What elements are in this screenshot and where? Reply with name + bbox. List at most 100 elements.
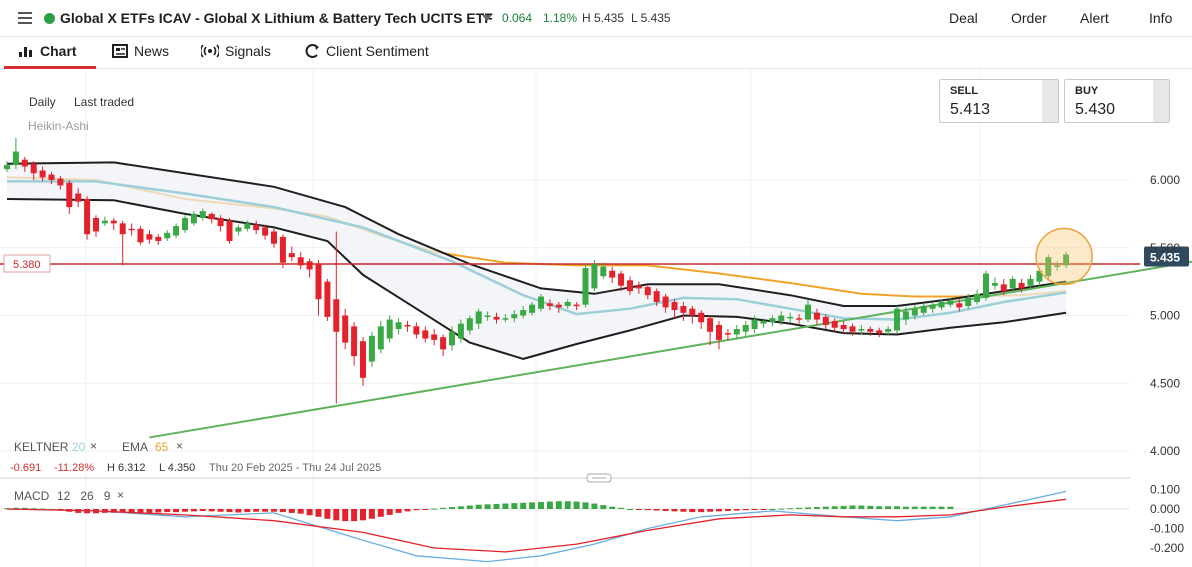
- candle-body: [386, 319, 393, 339]
- candle-body: [244, 223, 251, 229]
- macd-histogram-bar: [279, 509, 286, 513]
- candle-body: [822, 316, 829, 325]
- macd-histogram-bar: [653, 509, 660, 511]
- candle-body: [360, 341, 366, 378]
- candle-body: [831, 320, 838, 328]
- macd-histogram-bar: [226, 509, 233, 513]
- interval-selector[interactable]: Daily: [29, 95, 56, 109]
- candle-body: [724, 333, 731, 335]
- candle-body: [413, 326, 420, 335]
- day-low: L 5.435: [631, 11, 671, 25]
- macd-histogram-bar: [146, 509, 153, 513]
- period-change-percent: -11.28%: [54, 462, 95, 474]
- macd-histogram-bar: [164, 509, 171, 513]
- candle-body: [279, 236, 286, 263]
- chevron-down-icon[interactable]: [482, 15, 492, 21]
- candle-body: [110, 220, 117, 224]
- sell-button[interactable]: SELL 5.413: [939, 79, 1059, 123]
- keltner-close-icon[interactable]: ×: [90, 439, 97, 453]
- buy-button[interactable]: BUY 5.430: [1064, 79, 1170, 123]
- candle-body: [840, 324, 847, 330]
- macd-histogram-bar: [644, 509, 651, 511]
- price-change-percent: 1.18%: [543, 11, 578, 25]
- candle-body: [422, 330, 429, 339]
- macd-histogram-bar: [386, 509, 393, 515]
- date-range: Thu 20 Feb 2025 - Thu 24 Jul 2025: [209, 462, 382, 474]
- candle-body: [698, 312, 705, 323]
- chart-style-label[interactable]: Heikin-Ashi: [28, 119, 89, 133]
- candle-body: [431, 334, 438, 340]
- macd-close-icon[interactable]: ×: [117, 488, 124, 502]
- tab-client-sentiment[interactable]: Client Sentiment: [304, 43, 429, 59]
- candle-body: [101, 220, 108, 224]
- candle-body: [440, 337, 447, 350]
- candle-body: [57, 178, 64, 186]
- news-icon: [112, 44, 128, 58]
- tab-news[interactable]: News: [112, 43, 169, 59]
- macd-histogram-bar: [324, 509, 331, 519]
- candle-body: [226, 220, 233, 241]
- macd-histogram-bar: [635, 509, 642, 510]
- candle-body: [991, 282, 998, 286]
- price-chart[interactable]: 5.3805.435 6.0005.5005.0004.5004.0000.10…: [0, 69, 1192, 567]
- macd-histogram-bar: [609, 506, 616, 509]
- candle-body: [30, 163, 37, 174]
- candle-body: [716, 324, 722, 340]
- candle-body: [4, 165, 10, 170]
- candle-body: [618, 273, 625, 286]
- macd-histogram-bar: [368, 509, 375, 519]
- candle-body: [164, 232, 171, 239]
- ema-indicator-label[interactable]: EMA: [122, 440, 148, 454]
- order-button[interactable]: Order: [1011, 10, 1047, 26]
- instrument-name[interactable]: Global X ETFs ICAV - Global X Lithium & …: [60, 10, 493, 26]
- candle-body: [377, 326, 384, 350]
- macd-histogram-bar: [902, 506, 909, 509]
- macd-histogram-bar: [306, 509, 313, 516]
- macd-histogram-bar: [422, 509, 429, 510]
- macd-histogram-bar: [297, 509, 304, 514]
- tab-chart-label: Chart: [40, 43, 77, 59]
- price-type-selector[interactable]: Last traded: [74, 95, 134, 109]
- candle-body: [333, 299, 340, 332]
- candle-body: [466, 318, 473, 331]
- candle-body: [262, 227, 269, 236]
- macd-histogram-bar: [351, 509, 358, 522]
- tab-signals[interactable]: Signals: [201, 43, 271, 59]
- period-change: -0.691: [10, 462, 42, 474]
- candle-body: [653, 291, 660, 302]
- menu-icon[interactable]: [18, 12, 32, 24]
- candle-body: [449, 331, 455, 346]
- candle-body: [600, 266, 607, 277]
- tab-bar: Chart News Signals Client Sentiment: [0, 37, 1192, 69]
- market-status-icon: [44, 13, 55, 24]
- candle-body: [885, 329, 892, 332]
- macd-histogram-bar: [894, 506, 900, 509]
- price-axis-tick: 4.500: [1150, 376, 1180, 390]
- macd-histogram-bar: [724, 509, 731, 511]
- candle-body: [217, 217, 224, 227]
- keltner-indicator-label[interactable]: KELTNER: [14, 440, 68, 454]
- macd-histogram-bar: [404, 509, 411, 512]
- candle-body: [742, 324, 749, 332]
- ema-close-icon[interactable]: ×: [176, 439, 183, 453]
- candle-body: [1000, 284, 1007, 292]
- macd-histogram-bar: [813, 507, 820, 509]
- tab-chart[interactable]: Chart: [18, 43, 77, 59]
- macd-histogram-bar: [360, 509, 366, 521]
- candle-body: [671, 301, 678, 311]
- info-button[interactable]: Info: [1149, 10, 1172, 26]
- macd-histogram-bar: [778, 508, 785, 510]
- deal-button[interactable]: Deal: [949, 10, 978, 26]
- macd-histogram-bar: [484, 504, 491, 509]
- candle-body: [1009, 278, 1016, 289]
- macd-histogram-bar: [618, 507, 625, 509]
- macd-indicator-label[interactable]: MACD: [14, 489, 49, 503]
- macd-histogram-bar: [760, 509, 767, 510]
- candle-body: [93, 217, 99, 232]
- alert-button[interactable]: Alert: [1080, 10, 1109, 26]
- macd-histogram-bar: [885, 506, 892, 509]
- macd-histogram-bar: [671, 509, 678, 512]
- sell-label: SELL: [950, 85, 979, 97]
- macd-histogram-bar: [555, 501, 562, 509]
- macd-histogram-bar: [876, 506, 883, 509]
